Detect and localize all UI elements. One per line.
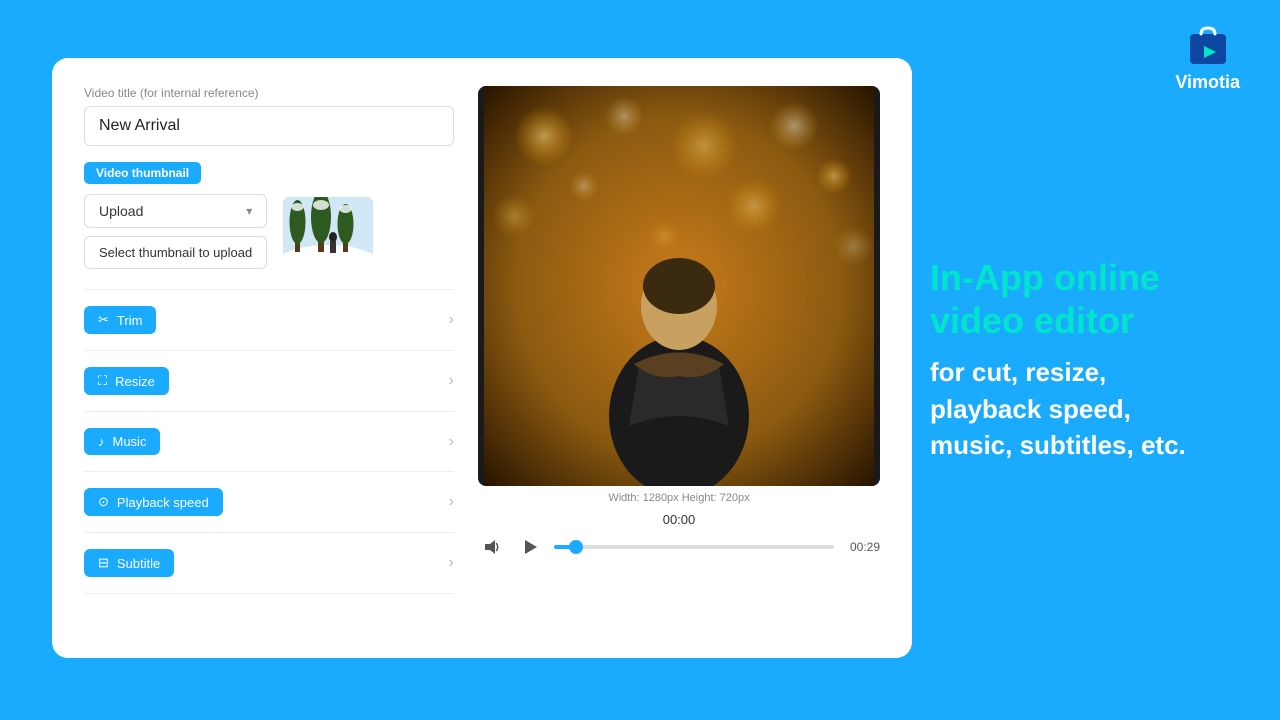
tool-row-subtitle[interactable]: ⊟ Subtitle ›	[84, 539, 454, 587]
play-button[interactable]	[516, 533, 544, 561]
resize-chevron-icon: ›	[449, 372, 454, 390]
divider-3	[84, 411, 454, 412]
music-chevron-icon: ›	[449, 433, 454, 451]
vimotia-logo-icon	[1184, 20, 1232, 68]
time-current-display: 00:00	[478, 512, 880, 527]
music-label: Music	[113, 434, 147, 449]
right-panel: Width: 1280px Height: 720px 00:00	[478, 86, 880, 630]
thumbnail-preview	[283, 197, 373, 267]
subtitle-icon: ⊟	[98, 555, 109, 571]
trim-chevron-icon: ›	[449, 311, 454, 329]
promo-title-highlight: In-App online video editor	[930, 257, 1160, 341]
vimotia-brand: Vimotia	[1175, 20, 1240, 93]
video-title-label: Video title (for internal reference)	[84, 86, 454, 100]
thumbnail-row: Upload ▾ Select thumbnail to upload	[84, 194, 454, 269]
duration-total: 00:29	[844, 540, 880, 554]
chevron-down-icon: ▾	[246, 204, 252, 218]
trim-button[interactable]: ✂ Trim	[84, 306, 156, 334]
resize-icon: ⛶	[98, 373, 107, 389]
playback-chevron-icon: ›	[449, 493, 454, 511]
progress-bar[interactable]	[554, 545, 834, 549]
subtitle-label: Subtitle	[117, 556, 160, 571]
divider-4	[84, 471, 454, 472]
trim-label: Trim	[117, 313, 143, 328]
promo-description: for cut, resize, playback speed, music, …	[930, 355, 1220, 464]
divider-2	[84, 350, 454, 351]
resize-label: Resize	[115, 374, 155, 389]
resize-button[interactable]: ⛶ Resize	[84, 367, 169, 395]
video-container	[478, 86, 880, 486]
tool-row-playback[interactable]: ⊙ Playback speed ›	[84, 478, 454, 526]
tool-row-resize[interactable]: ⛶ Resize ›	[84, 357, 454, 405]
volume-button[interactable]	[478, 533, 506, 561]
subtitle-button[interactable]: ⊟ Subtitle	[84, 549, 174, 577]
playback-label: Playback speed	[117, 495, 209, 510]
video-info: Width: 1280px Height: 720px	[608, 492, 749, 504]
controls-row: 00:29	[478, 533, 880, 561]
playback-speed-button[interactable]: ⊙ Playback speed	[84, 488, 223, 516]
tool-row-trim[interactable]: ✂ Trim ›	[84, 296, 454, 344]
divider-6	[84, 593, 454, 594]
subtitle-chevron-icon: ›	[449, 554, 454, 572]
vimotia-label: Vimotia	[1175, 72, 1240, 93]
thumbnail-section-label: Video thumbnail	[84, 162, 201, 184]
music-icon: ♪	[98, 434, 105, 449]
divider-1	[84, 289, 454, 290]
music-button[interactable]: ♪ Music	[84, 428, 160, 455]
upload-label: Upload	[99, 203, 143, 219]
left-panel: Video title (for internal reference) Vid…	[84, 86, 454, 630]
playback-icon: ⊙	[98, 494, 109, 510]
select-thumbnail-button[interactable]: Select thumbnail to upload	[84, 236, 267, 269]
tool-row-music[interactable]: ♪ Music ›	[84, 418, 454, 465]
promo-title: In-App online video editor	[930, 256, 1220, 342]
divider-5	[84, 532, 454, 533]
video-title-input[interactable]	[84, 106, 454, 146]
video-controls: 00:00 00:29	[478, 512, 880, 561]
progress-thumb[interactable]	[569, 540, 583, 554]
promo-text: In-App online video editor for cut, resi…	[930, 256, 1220, 464]
main-card: Video title (for internal reference) Vid…	[52, 58, 912, 658]
trim-icon: ✂	[98, 312, 109, 328]
upload-dropdown[interactable]: Upload ▾	[84, 194, 267, 228]
